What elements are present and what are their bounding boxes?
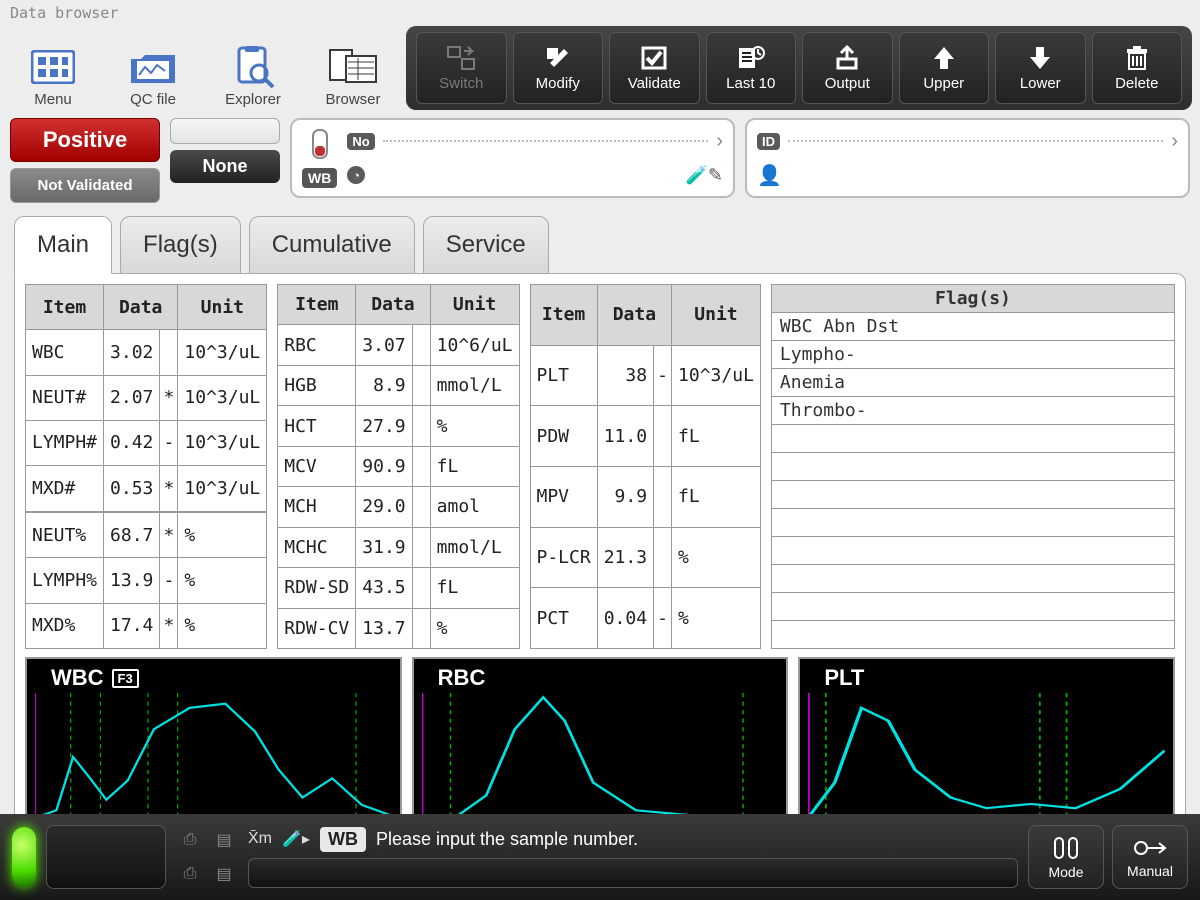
- table-row: LYMPH%13.9-%: [26, 558, 267, 603]
- sample-prompt: Please input the sample number.: [376, 829, 638, 850]
- print-icon[interactable]: ⎙: [176, 826, 204, 854]
- flag-row: [771, 537, 1174, 565]
- flag-row: [771, 509, 1174, 537]
- clock-icon: ◔: [347, 166, 365, 184]
- table-row: MPV9.9fL: [530, 466, 760, 527]
- toolbar-output[interactable]: Output: [802, 32, 893, 104]
- toolbar-delete[interactable]: Delete: [1092, 32, 1183, 104]
- xm-indicator: X̄m: [248, 830, 272, 848]
- toolbar-browser[interactable]: Browser: [308, 26, 398, 110]
- table-row: NEUT%68.7*%: [26, 512, 267, 558]
- sample-number-input[interactable]: [248, 858, 1018, 888]
- no-chip: No: [347, 133, 374, 150]
- table-row: P-LCR21.3%: [530, 527, 760, 588]
- table-row: PCT0.04-%: [530, 588, 760, 649]
- tube-down-icon: 🧪▸: [282, 829, 310, 849]
- status-not-validated-badge: Not Validated: [10, 168, 160, 203]
- tab-cumulative[interactable]: Cumulative: [249, 216, 415, 274]
- table-row: RDW-CV13.7%: [278, 608, 519, 649]
- last10-icon: [736, 45, 766, 71]
- flag-row: [771, 453, 1174, 481]
- mode-button[interactable]: Mode: [1028, 825, 1104, 889]
- tab-panel-main: ItemDataUnit WBC3.0210^3/uLNEUT#2.07*10^…: [14, 273, 1186, 858]
- wb-chip: WB: [302, 168, 337, 188]
- flag-row: Lympho-: [771, 341, 1174, 369]
- toolbar-menu[interactable]: Menu: [8, 26, 98, 110]
- data-table-rbc: ItemDataUnit RBC3.0710^6/uLHGB8.9mmol/LH…: [277, 284, 519, 649]
- status-led: [12, 827, 36, 887]
- table-row: PDW11.0fL: [530, 406, 760, 467]
- table-row: NEUT#2.07*10^3/uL: [26, 375, 267, 420]
- flag-row: [771, 481, 1174, 509]
- id-chip: ID: [757, 133, 780, 150]
- tube-pen-icon[interactable]: 🧪✎: [686, 165, 724, 186]
- table-row: RDW-SD43.5fL: [278, 568, 519, 608]
- person-icon: 👤: [757, 163, 782, 188]
- table-row: MCH29.0amol: [278, 487, 519, 527]
- table-row: HCT27.9%: [278, 406, 519, 446]
- browser-icon: [325, 43, 381, 91]
- manual-icon: [1133, 835, 1167, 861]
- tube-icon: [309, 128, 331, 162]
- table-row: MXD%17.4*%: [26, 603, 267, 648]
- tab-flags[interactable]: Flag(s): [120, 216, 241, 274]
- none-button[interactable]: None: [170, 150, 280, 183]
- validate-icon: [640, 45, 668, 71]
- data-table-wbc: ItemDataUnit WBC3.0210^3/uLNEUT#2.07*10^…: [25, 284, 267, 649]
- wb-badge: WB: [320, 827, 366, 852]
- table-row: LYMPH#0.42-10^3/uL: [26, 420, 267, 465]
- table-row: WBC3.0210^3/uL: [26, 330, 267, 375]
- arrow-down-icon: [1028, 45, 1052, 71]
- tab-service[interactable]: Service: [423, 216, 549, 274]
- bottom-bar: ⎙ ▤ ⎙ ▤ X̄m 🧪▸ WB Please input the sampl…: [0, 814, 1200, 900]
- tabs: Main Flag(s) Cumulative Service: [0, 209, 1200, 273]
- table-row: MCHC31.9mmol/L: [278, 527, 519, 567]
- toolbar-explorer[interactable]: Explorer: [208, 26, 298, 110]
- flag-row: [771, 593, 1174, 621]
- flag-row: [771, 621, 1174, 649]
- flag-row: [771, 565, 1174, 593]
- server2-icon[interactable]: ▤: [210, 860, 238, 888]
- bottom-slot: [46, 825, 166, 889]
- toolbar-last10[interactable]: Last 10: [706, 32, 797, 104]
- chevron-right-icon[interactable]: ›: [1171, 130, 1178, 153]
- output-icon: [833, 45, 861, 71]
- flag-row: Thrombo-: [771, 397, 1174, 425]
- flags-table: Flag(s) WBC Abn DstLympho-AnemiaThrombo-: [771, 284, 1175, 649]
- toolbar-modify[interactable]: Modify: [513, 32, 604, 104]
- chevron-right-icon[interactable]: ›: [716, 130, 723, 153]
- arrow-up-icon: [932, 45, 956, 71]
- toolbar-switch: Switch: [416, 32, 507, 104]
- status-positive-badge: Positive: [10, 118, 160, 162]
- qc-file-icon: [125, 43, 181, 91]
- toolbar-validate[interactable]: Validate: [609, 32, 700, 104]
- table-row: HGB8.9mmol/L: [278, 365, 519, 405]
- table-row: RBC3.0710^6/uL: [278, 325, 519, 365]
- menu-icon: [25, 43, 81, 91]
- trash-icon: [1125, 45, 1149, 71]
- toolbar-qc-file[interactable]: QC file: [108, 26, 198, 110]
- flag-row: Anemia: [771, 369, 1174, 397]
- switch-icon: [446, 45, 476, 71]
- table-row: MXD#0.53*10^3/uL: [26, 466, 267, 512]
- print2-icon[interactable]: ⎙: [176, 860, 204, 888]
- chart-fkey: F3: [112, 669, 139, 688]
- flag-row: [771, 425, 1174, 453]
- window-title: Data browser: [0, 0, 1200, 26]
- explorer-icon: [225, 43, 281, 91]
- toolbar-lower[interactable]: Lower: [995, 32, 1086, 104]
- modify-icon: [544, 45, 572, 71]
- server-icon[interactable]: ▤: [210, 826, 238, 854]
- data-table-plt: ItemDataUnit PLT38-10^3/uLPDW11.0fLMPV9.…: [530, 284, 761, 649]
- tubes-icon: [1051, 834, 1081, 862]
- tab-main[interactable]: Main: [14, 216, 112, 274]
- table-row: PLT38-10^3/uL: [530, 345, 760, 406]
- table-row: MCV90.9fL: [278, 446, 519, 486]
- flag-row: WBC Abn Dst: [771, 313, 1174, 341]
- manual-button[interactable]: Manual: [1112, 825, 1188, 889]
- empty-slot: [170, 118, 280, 144]
- toolbar-upper[interactable]: Upper: [899, 32, 990, 104]
